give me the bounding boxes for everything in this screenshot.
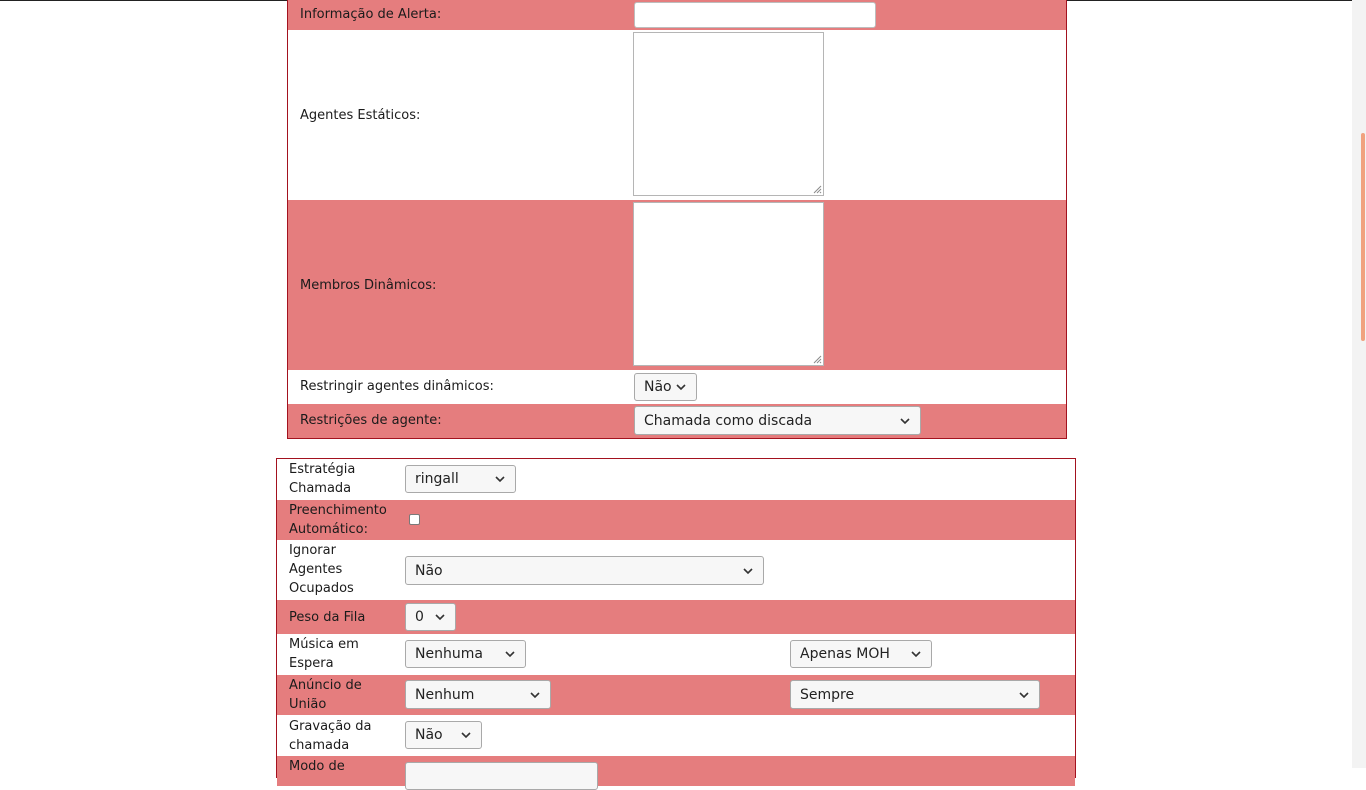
call-recording-label: Gravação da chamada <box>289 717 371 755</box>
chevron-down-icon <box>491 473 509 485</box>
music-label-line2: Espera <box>289 656 334 671</box>
restrict-dynamic-label: Restringir agentes dinâmicos: <box>300 379 494 394</box>
chevron-down-icon <box>739 565 757 577</box>
join-announcement-label: Anúncio de União <box>289 676 362 714</box>
resize-grip-icon[interactable] <box>812 354 822 364</box>
strategy-label-line1: Estratégia <box>289 462 356 477</box>
music-mode-value: Apenas MOH <box>800 646 890 662</box>
strategy-label-line2: Chamada <box>289 481 352 496</box>
agent-restrictions-row: Restrições de agente: Chamada como disca… <box>288 404 1066 438</box>
queue-weight-row: Peso da Fila 0 <box>277 600 1075 634</box>
scrollbar-track[interactable] <box>1352 0 1366 768</box>
chevron-down-icon <box>1015 689 1033 701</box>
join-announcement-row: Anúncio de União Nenhum Sempre <box>277 675 1075 715</box>
call-recording-row: Gravação da chamada Não <box>277 715 1075 756</box>
restrict-dynamic-row: Restringir agentes dinâmicos: Não <box>288 370 1066 404</box>
queue-weight-value: 0 <box>415 609 424 625</box>
music-label-line1: Música em <box>289 637 359 652</box>
call-recording-value: Não <box>415 727 443 743</box>
dynamic-members-label: Membros Dinâmicos: <box>300 278 437 293</box>
join-label-line1: Anúncio de <box>289 678 362 693</box>
recording-label-line2: chamada <box>289 738 350 753</box>
queue-weight-select[interactable]: 0 <box>405 603 456 631</box>
music-on-hold-value: Nenhuma <box>415 646 483 662</box>
restrict-dynamic-select[interactable]: Não <box>634 373 697 401</box>
chevron-down-icon <box>501 648 519 660</box>
dynamic-members-row: Membros Dinâmicos: <box>288 200 1066 370</box>
skip-busy-row: Ignorar Agentes Ocupados Não <box>277 540 1075 600</box>
strategy-select[interactable]: ringall <box>405 465 516 493</box>
mode-select[interactable] <box>405 762 598 790</box>
static-agents-label: Agentes Estáticos: <box>300 108 421 123</box>
autofill-label-line2: Automático: <box>289 522 369 537</box>
chevron-down-icon <box>907 648 925 660</box>
agent-restrictions-value: Chamada como discada <box>644 412 813 429</box>
call-settings-table: Estratégia Chamada ringall Preenchimento… <box>276 458 1076 790</box>
skip-busy-label-line1: Ignorar <box>289 543 336 558</box>
music-on-hold-select[interactable]: Nenhuma <box>405 640 526 668</box>
autofill-row: Preenchimento Automático: <box>277 500 1075 540</box>
queue-weight-label: Peso da Fila <box>289 610 366 625</box>
autofill-label-line1: Preenchimento <box>289 503 387 518</box>
join-label-line2: União <box>289 697 327 712</box>
chevron-down-icon <box>457 729 475 741</box>
alert-info-input[interactable] <box>634 2 876 28</box>
strategy-row: Estratégia Chamada ringall <box>277 459 1075 500</box>
strategy-label: Estratégia Chamada <box>289 460 355 498</box>
skip-busy-label-line3: Ocupados <box>289 581 354 596</box>
agent-restrictions-label: Restrições de agente: <box>300 413 442 428</box>
autofill-label: Preenchimento Automático: <box>289 501 387 539</box>
alert-info-label: Informação de Alerta: <box>300 7 442 22</box>
mode-label: Modo de <box>289 759 345 774</box>
skip-busy-label: Ignorar Agentes Ocupados <box>289 541 354 598</box>
agent-restrictions-select[interactable]: Chamada como discada <box>634 406 921 435</box>
music-on-hold-label: Música em Espera <box>289 635 359 673</box>
scrollbar-thumb[interactable] <box>1361 133 1365 341</box>
join-announcement-select[interactable]: Nenhum <box>405 680 551 709</box>
autofill-checkbox[interactable] <box>409 514 420 525</box>
join-announcement-mode-value: Sempre <box>800 686 855 703</box>
static-agents-row: Agentes Estáticos: <box>288 30 1066 200</box>
chevron-down-icon <box>431 611 449 623</box>
call-recording-select[interactable]: Não <box>405 721 482 749</box>
mode-row: Modo de <box>277 756 1075 790</box>
strategy-value: ringall <box>415 471 459 487</box>
join-announcement-mode-select[interactable]: Sempre <box>790 680 1040 709</box>
queue-settings-table: Informação de Alerta: Agentes Estáticos:… <box>287 0 1067 439</box>
chevron-down-icon <box>672 381 690 393</box>
chevron-down-icon <box>896 415 914 427</box>
skip-busy-select[interactable]: Não <box>405 556 764 585</box>
static-agents-textarea[interactable] <box>633 32 824 196</box>
resize-grip-icon[interactable] <box>812 184 822 194</box>
skip-busy-label-line2: Agentes <box>289 562 343 577</box>
recording-label-line1: Gravação da <box>289 719 372 734</box>
music-on-hold-row: Música em Espera Nenhuma Apenas MOH <box>277 634 1075 675</box>
join-announcement-value: Nenhum <box>415 686 475 703</box>
chevron-down-icon <box>526 689 544 701</box>
music-mode-select[interactable]: Apenas MOH <box>790 640 932 668</box>
alert-info-row: Informação de Alerta: <box>288 0 1066 30</box>
restrict-dynamic-value: Não <box>644 379 672 395</box>
skip-busy-value: Não <box>415 562 443 579</box>
dynamic-members-textarea[interactable] <box>633 202 824 366</box>
